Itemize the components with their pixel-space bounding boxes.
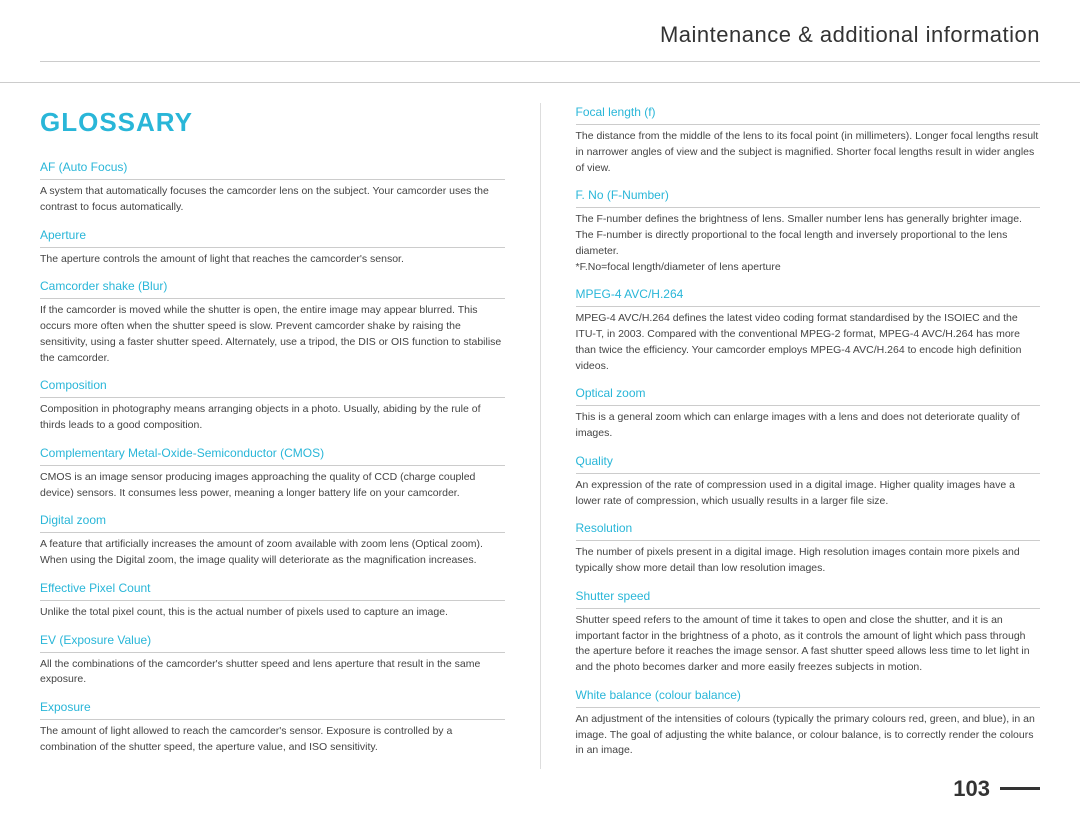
- page-number-line: [1000, 787, 1040, 790]
- glossary-title: GLOSSARY: [40, 103, 505, 142]
- term-section: MPEG-4 AVC/H.264 MPEG-4 AVC/H.264 defines…: [576, 285, 1041, 374]
- term-section: Optical zoom This is a general zoom which…: [576, 384, 1041, 442]
- term-section: AF (Auto Focus) A system that automatical…: [40, 158, 505, 216]
- term-heading: EV (Exposure Value): [40, 631, 505, 653]
- term-body: This is a general zoom which can enlarge…: [576, 410, 1041, 442]
- term-body: CMOS is an image sensor producing images…: [40, 470, 505, 502]
- term-section: Effective Pixel Count Unlike the total pi…: [40, 579, 505, 621]
- term-section: White balance (colour balance) An adjustm…: [576, 686, 1041, 759]
- right-column: Focal length (f) The distance from the mi…: [576, 103, 1041, 769]
- term-section: EV (Exposure Value) All the combinations …: [40, 631, 505, 689]
- page: Maintenance & additional information GLO…: [0, 0, 1080, 825]
- term-section: Complementary Metal-Oxide-Semiconductor …: [40, 444, 505, 502]
- left-terms: AF (Auto Focus) A system that automatical…: [40, 158, 505, 756]
- term-heading: Quality: [576, 452, 1041, 474]
- term-heading: Effective Pixel Count: [40, 579, 505, 601]
- term-heading: White balance (colour balance): [576, 686, 1041, 708]
- term-heading: Shutter speed: [576, 587, 1041, 609]
- page-number: 103: [953, 772, 990, 805]
- term-body: An expression of the rate of compression…: [576, 478, 1041, 510]
- term-heading: Complementary Metal-Oxide-Semiconductor …: [40, 444, 505, 466]
- term-heading: Exposure: [40, 698, 505, 720]
- term-body: The aperture controls the amount of ligh…: [40, 252, 505, 268]
- term-body: Composition in photography means arrangi…: [40, 402, 505, 434]
- term-section: Quality An expression of the rate of comp…: [576, 452, 1041, 510]
- term-section: Aperture The aperture controls the amount…: [40, 226, 505, 268]
- term-section: Focal length (f) The distance from the mi…: [576, 103, 1041, 176]
- left-column: GLOSSARY AF (Auto Focus) A system that au…: [40, 103, 505, 769]
- term-section: Exposure The amount of light allowed to r…: [40, 698, 505, 756]
- page-number-area: 103: [953, 772, 1040, 805]
- term-body: Unlike the total pixel count, this is th…: [40, 605, 505, 621]
- main-content: GLOSSARY AF (Auto Focus) A system that au…: [0, 83, 1080, 789]
- column-separator: [540, 103, 541, 769]
- page-header: Maintenance & additional information: [0, 0, 1080, 83]
- term-body: If the camcorder is moved while the shut…: [40, 303, 505, 366]
- term-section: Composition Composition in photography me…: [40, 376, 505, 434]
- term-heading: Resolution: [576, 519, 1041, 541]
- term-heading: Optical zoom: [576, 384, 1041, 406]
- term-heading: AF (Auto Focus): [40, 158, 505, 180]
- term-body: All the combinations of the camcorder's …: [40, 657, 505, 689]
- term-body: The F-number defines the brightness of l…: [576, 212, 1041, 275]
- header-divider: [40, 61, 1040, 62]
- term-heading: Digital zoom: [40, 511, 505, 533]
- term-section: Camcorder shake (Blur) If the camcorder i…: [40, 277, 505, 366]
- term-body: A system that automatically focuses the …: [40, 184, 505, 216]
- right-terms: Focal length (f) The distance from the mi…: [576, 103, 1041, 759]
- term-body: Shutter speed refers to the amount of ti…: [576, 613, 1041, 676]
- term-heading: Focal length (f): [576, 103, 1041, 125]
- term-heading: F. No (F-Number): [576, 186, 1041, 208]
- term-body: An adjustment of the intensities of colo…: [576, 712, 1041, 759]
- term-section: Digital zoom A feature that artificially …: [40, 511, 505, 569]
- term-heading: Composition: [40, 376, 505, 398]
- page-title: Maintenance & additional information: [660, 22, 1040, 47]
- term-body: MPEG-4 AVC/H.264 defines the latest vide…: [576, 311, 1041, 374]
- term-section: F. No (F-Number) The F-number defines the…: [576, 186, 1041, 275]
- term-body: The number of pixels present in a digita…: [576, 545, 1041, 577]
- term-heading: Aperture: [40, 226, 505, 248]
- term-section: Shutter speed Shutter speed refers to the…: [576, 587, 1041, 676]
- term-body: The distance from the middle of the lens…: [576, 129, 1041, 176]
- term-heading: Camcorder shake (Blur): [40, 277, 505, 299]
- term-body: A feature that artificially increases th…: [40, 537, 505, 569]
- term-section: Resolution The number of pixels present i…: [576, 519, 1041, 577]
- term-body: The amount of light allowed to reach the…: [40, 724, 505, 756]
- term-heading: MPEG-4 AVC/H.264: [576, 285, 1041, 307]
